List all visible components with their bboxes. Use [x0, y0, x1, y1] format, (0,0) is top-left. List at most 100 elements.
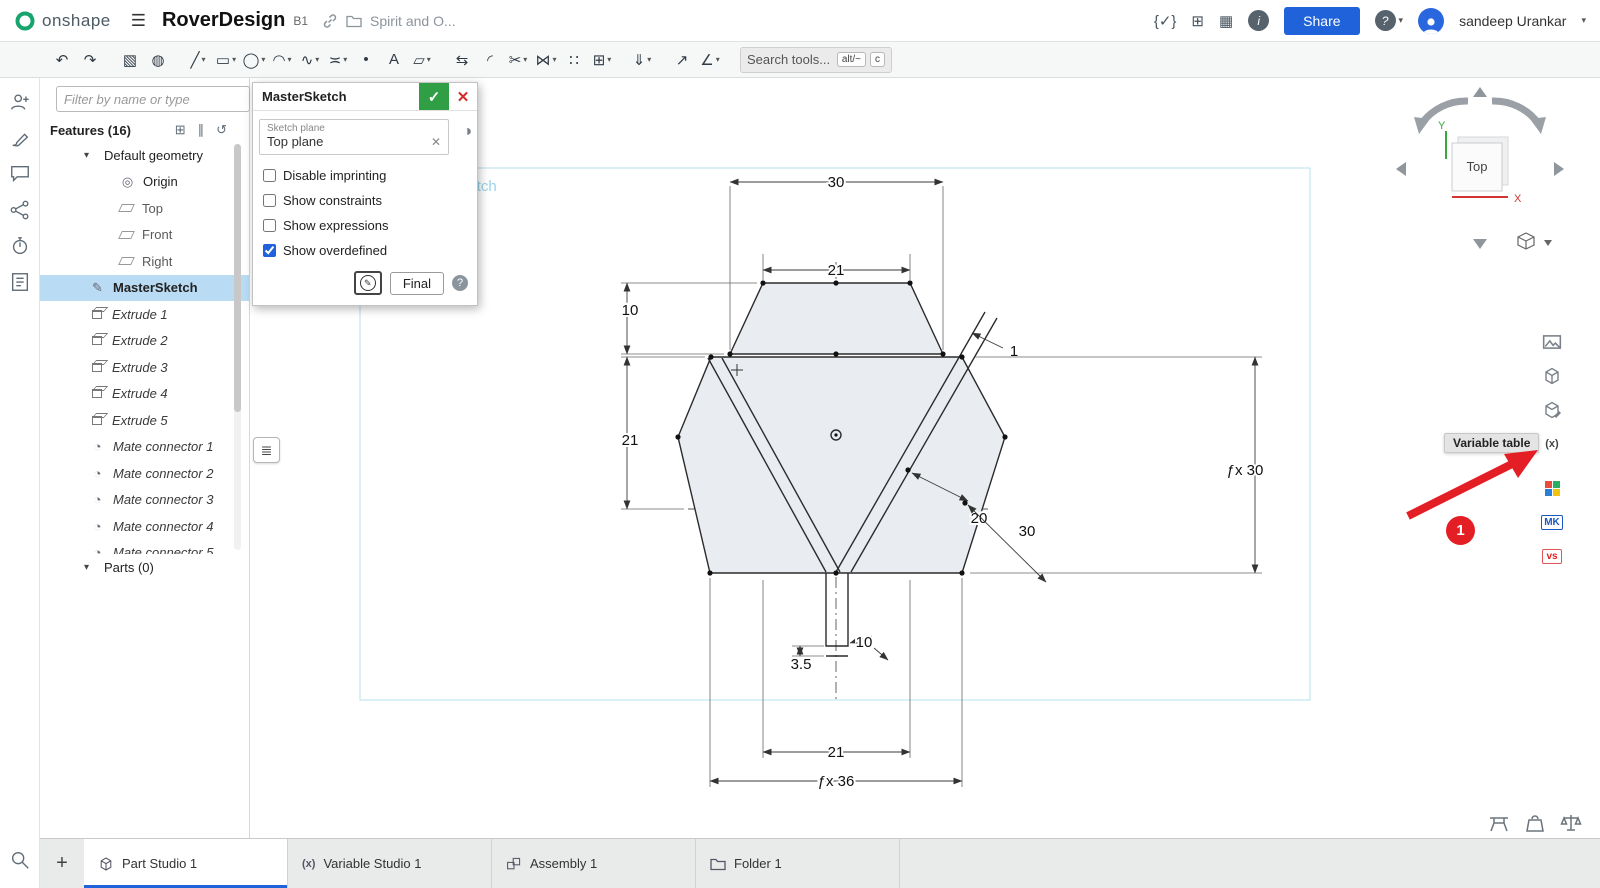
featurescript-icon[interactable]: {✓} — [1154, 12, 1177, 30]
rotate-cw-arrowhead[interactable] — [1530, 117, 1546, 134]
show-constraints-checkbox[interactable] — [263, 194, 276, 207]
appearance-brush-icon[interactable] — [0, 120, 40, 156]
circle-tool-button[interactable]: ◯▾ — [242, 47, 266, 73]
caret-icon[interactable]: ▾ — [716, 55, 720, 64]
dim-leader-notch[interactable] — [874, 648, 888, 660]
filter-input[interactable] — [56, 86, 250, 112]
user-avatar[interactable] — [1418, 8, 1444, 34]
folder-label[interactable]: Spirit and O... — [370, 13, 456, 29]
redo-button[interactable]: ↷ — [78, 47, 102, 73]
feature-item-extrude-5[interactable]: Extrude 5 — [40, 407, 249, 434]
tree-group-parts[interactable]: ▾ Parts (0) — [40, 554, 249, 581]
rotate-ccw-arrowhead[interactable] — [1414, 117, 1430, 134]
document-title[interactable]: RoverDesign — [162, 9, 285, 32]
linear-pattern-button[interactable]: ∷ — [562, 47, 586, 73]
sketch-plane-field[interactable]: Sketch plane Top plane ✕ — [259, 119, 449, 155]
sketch-mode-toggle-button[interactable]: ✎ — [354, 271, 382, 295]
feature-item-top-plane[interactable]: Top — [40, 195, 249, 222]
chevron-down-icon[interactable]: ▾ — [84, 562, 89, 573]
feature-item-right-plane[interactable]: Right — [40, 248, 249, 275]
resource-center-icon[interactable]: i — [1248, 10, 1269, 31]
confirm-button[interactable]: ✓ — [419, 83, 449, 110]
follow-mode-icon[interactable] — [0, 84, 40, 120]
offset-tool-button[interactable]: ≍▾ — [326, 47, 350, 73]
feature-item-origin[interactable]: ◎ Origin — [40, 169, 249, 196]
caret-icon[interactable]: ▾ — [647, 55, 651, 64]
view-options-cube-icon[interactable] — [1518, 233, 1534, 249]
line-tool-button[interactable]: ╱▾ — [186, 47, 210, 73]
convert-entities-button[interactable]: ◍ — [146, 47, 170, 73]
tree-group-default-geometry[interactable]: ▾ Default geometry — [40, 142, 249, 169]
dim-line-arm-length[interactable] — [968, 505, 1046, 582]
user-name[interactable]: sandeep Urankar — [1459, 13, 1566, 29]
dim-left-height[interactable]: 21 — [622, 432, 639, 449]
add-tab-button[interactable]: + — [40, 839, 84, 888]
feature-item-extrude-1[interactable]: Extrude 1 — [40, 301, 249, 328]
onshape-logo[interactable]: onshape — [14, 10, 111, 32]
link-icon[interactable] — [322, 13, 338, 29]
suspend-icon[interactable]: ∥ — [198, 122, 205, 138]
dim-right-height[interactable]: ƒx 30 — [1227, 462, 1264, 479]
caret-icon[interactable]: ▾ — [288, 55, 292, 64]
insert-feature-icon[interactable]: ⊞ — [175, 122, 186, 138]
user-caret-icon[interactable]: ▾ — [1581, 15, 1586, 26]
feature-list-flyout-button[interactable]: ≣ — [253, 437, 280, 463]
feature-item-extrude-3[interactable]: Extrude 3 — [40, 354, 249, 381]
tab-part-studio-1[interactable]: Part Studio 1 — [84, 839, 288, 888]
final-button[interactable]: Final — [390, 272, 444, 295]
measure-caliper-icon[interactable] — [1488, 812, 1510, 834]
share-button[interactable]: Share — [1284, 7, 1359, 35]
tab-variable-studio-1[interactable]: (x) Variable Studio 1 — [288, 839, 492, 888]
point-tool-button[interactable]: • — [354, 47, 378, 73]
dim-notch-depth[interactable]: 3.5 — [791, 656, 812, 673]
spline-tool-button[interactable]: ∿▾ — [298, 47, 322, 73]
caret-icon[interactable]: ▾ — [232, 55, 236, 64]
circular-pattern-button[interactable]: ⊞▾ — [590, 47, 614, 73]
main-menu-icon[interactable]: ☰ — [131, 11, 146, 31]
tree-scrollbar[interactable] — [234, 144, 241, 550]
vs-app-icon[interactable]: vs — [1537, 541, 1567, 571]
use-project-button[interactable]: ▧ — [118, 47, 142, 73]
feature-item-mate-connector-3[interactable]: ◔ Mate connector 3 — [40, 487, 249, 514]
cancel-button[interactable]: ✕ — [449, 83, 477, 110]
help-caret-icon[interactable]: ▾ — [1399, 15, 1404, 26]
caret-icon[interactable]: ▾ — [427, 55, 431, 64]
fillet-tool-button[interactable]: ◜ — [478, 47, 502, 73]
feature-item-mate-connector-1[interactable]: ◔ Mate connector 1 — [40, 434, 249, 461]
dim-offset[interactable]: 1 — [1010, 343, 1018, 360]
constraint-tool-button[interactable]: ⇆ — [450, 47, 474, 73]
bottom-slot[interactable] — [826, 573, 848, 646]
history-stopwatch-icon[interactable] — [0, 228, 40, 264]
measure-tool-button[interactable]: ↗ — [670, 47, 694, 73]
trim-tool-button[interactable]: ✂▾ — [506, 47, 530, 73]
search-features-icon[interactable] — [0, 842, 40, 878]
scale-balance-icon[interactable] — [1560, 812, 1582, 834]
feature-item-extrude-2[interactable]: Extrude 2 — [40, 328, 249, 355]
version-label[interactable]: B1 — [293, 14, 308, 28]
viewcube-face-label[interactable]: Top — [1467, 159, 1488, 174]
mirror-tool-button[interactable]: ⋈▾ — [534, 47, 558, 73]
caret-icon[interactable]: ▾ — [202, 55, 206, 64]
spreadsheet-icon[interactable]: ⊞ — [1191, 12, 1204, 30]
help-icon[interactable]: ? — [1375, 10, 1396, 31]
feature-item-mastersketch[interactable]: ✎ MasterSketch — [40, 275, 249, 302]
view-options-caret-icon[interactable] — [1544, 240, 1552, 246]
feature-item-mate-connector-5[interactable]: ◔ Mate connector 5 — [40, 540, 249, 555]
arc-tool-button[interactable]: ◠▾ — [270, 47, 294, 73]
show-expressions-checkbox[interactable] — [263, 219, 276, 232]
feature-item-mate-connector-2[interactable]: ◔ Mate connector 2 — [40, 460, 249, 487]
tab-folder-1[interactable]: Folder 1 — [696, 839, 900, 888]
view-left-arrow[interactable] — [1396, 162, 1406, 176]
dim-top-width[interactable]: 30 — [828, 174, 845, 191]
option-show-overdefined[interactable]: Show overdefined — [253, 238, 477, 263]
configurations-panel-icon[interactable] — [1537, 361, 1567, 391]
dim-notch-width[interactable]: 10 — [856, 634, 873, 651]
export-sketch-button[interactable]: ⇓▾ — [630, 47, 654, 73]
dim-top-inner-width[interactable]: 21 — [828, 262, 845, 279]
dim-arm-length[interactable]: 30 — [1019, 523, 1036, 540]
tree-scrollbar-thumb[interactable] — [234, 144, 241, 412]
slot-tool-button[interactable]: ▱▾ — [410, 47, 434, 73]
comments-icon[interactable] — [0, 156, 40, 192]
notes-list-icon[interactable] — [0, 264, 40, 300]
dimension-tool-button[interactable]: ∠▾ — [698, 47, 722, 73]
